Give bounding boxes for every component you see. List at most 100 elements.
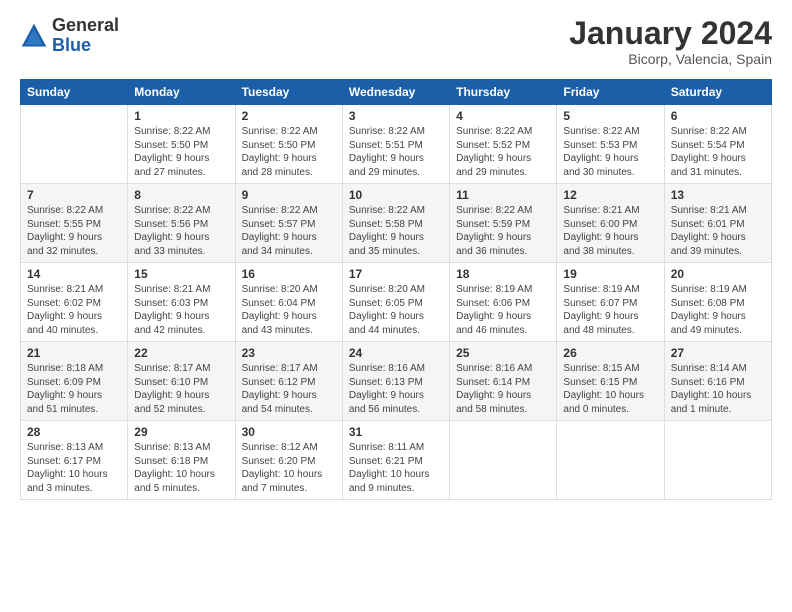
day-number: 2 bbox=[242, 109, 336, 123]
calendar-cell: 29 Sunrise: 8:13 AMSunset: 6:18 PMDayligh… bbox=[128, 421, 235, 500]
weekday-header-thursday: Thursday bbox=[450, 80, 557, 105]
day-info: Sunrise: 8:19 AMSunset: 6:07 PMDaylight:… bbox=[563, 283, 657, 337]
header: General Blue January 2024 Bicorp, Valenc… bbox=[20, 16, 772, 67]
day-number: 24 bbox=[349, 346, 443, 360]
day-info: Sunrise: 8:22 AMSunset: 5:53 PMDaylight:… bbox=[563, 125, 657, 179]
day-info: Sunrise: 8:21 AMSunset: 6:03 PMDaylight:… bbox=[134, 283, 228, 337]
day-number: 7 bbox=[27, 188, 121, 202]
week-row-4: 28 Sunrise: 8:13 AMSunset: 6:17 PMDayligh… bbox=[21, 421, 772, 500]
day-number: 18 bbox=[456, 267, 550, 281]
day-info: Sunrise: 8:12 AMSunset: 6:20 PMDaylight:… bbox=[242, 441, 336, 495]
calendar-cell: 26 Sunrise: 8:15 AMSunset: 6:15 PMDayligh… bbox=[557, 342, 664, 421]
calendar-cell: 27 Sunrise: 8:14 AMSunset: 6:16 PMDayligh… bbox=[664, 342, 771, 421]
day-number: 4 bbox=[456, 109, 550, 123]
calendar-cell: 23 Sunrise: 8:17 AMSunset: 6:12 PMDayligh… bbox=[235, 342, 342, 421]
day-info: Sunrise: 8:21 AMSunset: 6:00 PMDaylight:… bbox=[563, 204, 657, 258]
calendar-cell: 19 Sunrise: 8:19 AMSunset: 6:07 PMDayligh… bbox=[557, 263, 664, 342]
day-number: 29 bbox=[134, 425, 228, 439]
month-title: January 2024 bbox=[569, 16, 772, 51]
day-number: 30 bbox=[242, 425, 336, 439]
day-info: Sunrise: 8:17 AMSunset: 6:12 PMDaylight:… bbox=[242, 362, 336, 416]
calendar-cell: 1Sunrise: 8:22 AMSunset: 5:50 PMDaylight… bbox=[128, 105, 235, 184]
day-info: Sunrise: 8:21 AMSunset: 6:01 PMDaylight:… bbox=[671, 204, 765, 258]
day-number: 22 bbox=[134, 346, 228, 360]
day-number: 10 bbox=[349, 188, 443, 202]
logo-general-text: General bbox=[52, 15, 119, 35]
calendar-cell: 5Sunrise: 8:22 AMSunset: 5:53 PMDaylight… bbox=[557, 105, 664, 184]
day-info: Sunrise: 8:20 AMSunset: 6:04 PMDaylight:… bbox=[242, 283, 336, 337]
calendar-cell: 15 Sunrise: 8:21 AMSunset: 6:03 PMDayligh… bbox=[128, 263, 235, 342]
day-number: 31 bbox=[349, 425, 443, 439]
calendar-cell: 24 Sunrise: 8:16 AMSunset: 6:13 PMDayligh… bbox=[342, 342, 449, 421]
weekday-header-friday: Friday bbox=[557, 80, 664, 105]
calendar-cell bbox=[21, 105, 128, 184]
day-info: Sunrise: 8:16 AMSunset: 6:13 PMDaylight:… bbox=[349, 362, 443, 416]
day-info: Sunrise: 8:13 AMSunset: 6:17 PMDaylight:… bbox=[27, 441, 121, 495]
day-info: Sunrise: 8:19 AMSunset: 6:06 PMDaylight:… bbox=[456, 283, 550, 337]
calendar-cell: 2 Sunrise: 8:22 AMSunset: 5:50 PMDaylight… bbox=[235, 105, 342, 184]
day-number: 19 bbox=[563, 267, 657, 281]
day-info: Sunrise: 8:18 AMSunset: 6:09 PMDaylight:… bbox=[27, 362, 121, 416]
day-info: Sunrise: 8:16 AMSunset: 6:14 PMDaylight:… bbox=[456, 362, 550, 416]
logo-icon bbox=[20, 22, 48, 50]
calendar-cell: 17 Sunrise: 8:20 AMSunset: 6:05 PMDayligh… bbox=[342, 263, 449, 342]
day-info: Sunrise: 8:19 AMSunset: 6:08 PMDaylight:… bbox=[671, 283, 765, 337]
day-info: Sunrise: 8:22 AMSunset: 5:51 PMDaylight:… bbox=[349, 125, 443, 179]
calendar-cell bbox=[664, 421, 771, 500]
weekday-header-wednesday: Wednesday bbox=[342, 80, 449, 105]
calendar-cell: 8Sunrise: 8:22 AMSunset: 5:56 PMDaylight… bbox=[128, 184, 235, 263]
day-number: 28 bbox=[27, 425, 121, 439]
day-info: Sunrise: 8:17 AMSunset: 6:10 PMDaylight:… bbox=[134, 362, 228, 416]
day-number: 23 bbox=[242, 346, 336, 360]
day-info: Sunrise: 8:22 AMSunset: 5:58 PMDaylight:… bbox=[349, 204, 443, 258]
day-number: 27 bbox=[671, 346, 765, 360]
day-info: Sunrise: 8:15 AMSunset: 6:15 PMDaylight:… bbox=[563, 362, 657, 416]
calendar-cell: 3Sunrise: 8:22 AMSunset: 5:51 PMDaylight… bbox=[342, 105, 449, 184]
title-area: January 2024 Bicorp, Valencia, Spain bbox=[569, 16, 772, 67]
weekday-header-row: SundayMondayTuesdayWednesdayThursdayFrid… bbox=[21, 80, 772, 105]
week-row-3: 21Sunrise: 8:18 AMSunset: 6:09 PMDayligh… bbox=[21, 342, 772, 421]
subtitle: Bicorp, Valencia, Spain bbox=[569, 51, 772, 67]
calendar-cell: 16Sunrise: 8:20 AMSunset: 6:04 PMDayligh… bbox=[235, 263, 342, 342]
calendar-cell: 4 Sunrise: 8:22 AMSunset: 5:52 PMDaylight… bbox=[450, 105, 557, 184]
day-info: Sunrise: 8:11 AMSunset: 6:21 PMDaylight:… bbox=[349, 441, 443, 495]
day-number: 14 bbox=[27, 267, 121, 281]
calendar-cell: 30 Sunrise: 8:12 AMSunset: 6:20 PMDayligh… bbox=[235, 421, 342, 500]
day-number: 20 bbox=[671, 267, 765, 281]
logo: General Blue bbox=[20, 16, 119, 56]
calendar-cell: 21Sunrise: 8:18 AMSunset: 6:09 PMDayligh… bbox=[21, 342, 128, 421]
calendar-cell: 25Sunrise: 8:16 AMSunset: 6:14 PMDayligh… bbox=[450, 342, 557, 421]
day-number: 8 bbox=[134, 188, 228, 202]
day-info: Sunrise: 8:22 AMSunset: 5:52 PMDaylight:… bbox=[456, 125, 550, 179]
calendar-cell: 13Sunrise: 8:21 AMSunset: 6:01 PMDayligh… bbox=[664, 184, 771, 263]
day-number: 1 bbox=[134, 109, 228, 123]
day-info: Sunrise: 8:22 AMSunset: 5:50 PMDaylight:… bbox=[242, 125, 336, 179]
day-info: Sunrise: 8:21 AMSunset: 6:02 PMDaylight:… bbox=[27, 283, 121, 337]
day-number: 9 bbox=[242, 188, 336, 202]
day-number: 11 bbox=[456, 188, 550, 202]
day-info: Sunrise: 8:22 AMSunset: 5:55 PMDaylight:… bbox=[27, 204, 121, 258]
day-info: Sunrise: 8:20 AMSunset: 6:05 PMDaylight:… bbox=[349, 283, 443, 337]
day-info: Sunrise: 8:22 AMSunset: 5:59 PMDaylight:… bbox=[456, 204, 550, 258]
weekday-header-tuesday: Tuesday bbox=[235, 80, 342, 105]
day-info: Sunrise: 8:13 AMSunset: 6:18 PMDaylight:… bbox=[134, 441, 228, 495]
day-info: Sunrise: 8:22 AMSunset: 5:54 PMDaylight:… bbox=[671, 125, 765, 179]
calendar-cell: 31 Sunrise: 8:11 AMSunset: 6:21 PMDayligh… bbox=[342, 421, 449, 500]
day-info: Sunrise: 8:14 AMSunset: 6:16 PMDaylight:… bbox=[671, 362, 765, 416]
day-number: 26 bbox=[563, 346, 657, 360]
calendar-cell: 9 Sunrise: 8:22 AMSunset: 5:57 PMDaylight… bbox=[235, 184, 342, 263]
weekday-header-monday: Monday bbox=[128, 80, 235, 105]
day-info: Sunrise: 8:22 AMSunset: 5:57 PMDaylight:… bbox=[242, 204, 336, 258]
calendar-cell: 18 Sunrise: 8:19 AMSunset: 6:06 PMDayligh… bbox=[450, 263, 557, 342]
calendar-table: SundayMondayTuesdayWednesdayThursdayFrid… bbox=[20, 79, 772, 500]
day-number: 6 bbox=[671, 109, 765, 123]
day-number: 17 bbox=[349, 267, 443, 281]
day-number: 12 bbox=[563, 188, 657, 202]
calendar-cell: 12 Sunrise: 8:21 AMSunset: 6:00 PMDayligh… bbox=[557, 184, 664, 263]
week-row-0: 1 Sunrise: 8:22 AMSunset: 5:50 PMDaylight… bbox=[21, 105, 772, 184]
calendar-cell bbox=[557, 421, 664, 500]
logo-blue-text: Blue bbox=[52, 35, 91, 55]
calendar-cell: 6 Sunrise: 8:22 AMSunset: 5:54 PMDaylight… bbox=[664, 105, 771, 184]
day-number: 15 bbox=[134, 267, 228, 281]
calendar-cell: 20 Sunrise: 8:19 AMSunset: 6:08 PMDayligh… bbox=[664, 263, 771, 342]
